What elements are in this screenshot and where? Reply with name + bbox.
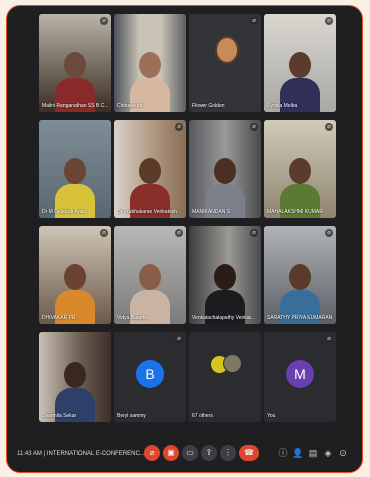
chat-icon[interactable]: ▤ — [307, 447, 319, 459]
meeting-separator: | — [43, 451, 46, 457]
participant-tile[interactable]: ⌀ Flower Golden — [189, 14, 261, 112]
participant-name: Malini Ranganathan SS B.C... — [42, 103, 108, 109]
mic-off-icon: ⌀ — [100, 229, 108, 237]
activities-icon[interactable]: ◈ — [322, 447, 334, 459]
participant-tile[interactable]: ⌀ Venkatachalapathy Venkat... — [189, 226, 261, 324]
others-tile[interactable]: 67 others — [189, 332, 261, 422]
participant-name: Sharmila Sekar — [42, 413, 77, 419]
participant-tile[interactable]: ⌀ Syndia Melba — [264, 14, 336, 112]
participant-tile[interactable]: Dr M Deborah Anbu — [39, 120, 111, 218]
more-options-icon[interactable]: ⋮ — [220, 445, 236, 461]
meeting-title: INTERNATIONAL E-CONFERENC... — [46, 451, 145, 457]
participant-name: Vidya Barathi — [117, 315, 147, 321]
mic-off-icon: ⌀ — [325, 123, 333, 131]
present-screen-icon[interactable]: ⇪ — [201, 445, 217, 461]
participant-tile[interactable]: Chitralekha — [114, 14, 186, 112]
participant-name: Flower Golden — [192, 103, 225, 109]
mic-off-icon: ⌀ — [325, 229, 333, 237]
mic-off-icon[interactable]: ⌀ — [144, 445, 160, 461]
participant-tile[interactable]: ⌀ SARATHY PRIYA KUMARAN — [264, 226, 336, 324]
participant-tile[interactable]: ⌀ Malini Ranganathan SS B.C... — [39, 14, 111, 112]
mic-off-icon: ⌀ — [325, 335, 333, 343]
host-controls-icon[interactable]: ⊙ — [337, 447, 349, 459]
participant-tile[interactable]: Sharmila Sekar — [39, 332, 111, 422]
participant-name: 67 others — [192, 413, 213, 419]
mic-off-icon: ⌀ — [325, 17, 333, 25]
info-icon[interactable]: ⓘ — [277, 447, 289, 459]
avatar: M — [286, 360, 314, 388]
participant-photo — [215, 36, 239, 64]
mic-off-icon: ⌀ — [250, 17, 258, 25]
meeting-toolbar: 11:43 AM | INTERNATIONAL E-CONFERENC... … — [7, 442, 362, 472]
participant-name: DHIVAKAR PR — [42, 315, 76, 321]
participant-name: Beryl sammy — [117, 413, 146, 419]
end-call-icon[interactable]: ☎ — [239, 445, 259, 461]
mic-off-icon: ⌀ — [100, 17, 108, 25]
participant-name: Dr M Deborah Anbu — [42, 209, 87, 215]
participant-tile[interactable]: ⌀ MAHALAKSHMI KUMAR — [264, 120, 336, 218]
meeting-time: 11:43 AM — [17, 451, 42, 457]
mic-off-icon: ⌀ — [175, 229, 183, 237]
participant-name: SARATHY PRIYA KUMARAN — [267, 315, 333, 321]
avatar: B — [136, 360, 164, 388]
participant-tile[interactable]: ⌀ MANIKANDAN S — [189, 120, 261, 218]
participant-name: You — [267, 413, 276, 419]
participant-name: Chitralekha — [117, 103, 143, 109]
mic-off-icon: ⌀ — [250, 229, 258, 237]
people-icon[interactable]: 👤 — [292, 447, 304, 459]
camera-off-icon[interactable]: ▣ — [163, 445, 179, 461]
captions-icon[interactable]: ▭ — [182, 445, 198, 461]
participant-tile[interactable]: ⌀ Vidya Barathi — [114, 226, 186, 324]
self-tile[interactable]: M ⌀ You — [264, 332, 336, 422]
others-avatars — [211, 354, 242, 384]
participant-name: Dr Prabhakaran Venkatesh — [117, 209, 178, 215]
mic-off-icon: ⌀ — [175, 335, 183, 343]
participant-name: MAHALAKSHMI KUMAR — [267, 209, 323, 215]
meeting-window: ⌀ Malini Ranganathan SS B.C... Chitralek… — [6, 5, 363, 473]
mic-off-icon: ⌀ — [250, 123, 258, 131]
participant-tile[interactable]: ⌀ DHIVAKAR PR — [39, 226, 111, 324]
participant-name: Venkatachalapathy Venkat... — [192, 315, 256, 321]
mic-off-icon: ⌀ — [175, 123, 183, 131]
participant-name: Syndia Melba — [267, 103, 298, 109]
participant-tile[interactable]: B ⌀ Beryl sammy — [114, 332, 186, 422]
participant-tile[interactable]: ⌀ Dr Prabhakaran Venkatesh — [114, 120, 186, 218]
participant-grid: ⌀ Malini Ranganathan SS B.C... Chitralek… — [39, 14, 336, 422]
participant-name: MANIKANDAN S — [192, 209, 231, 215]
meeting-details: 11:43 AM | INTERNATIONAL E-CONFERENC... — [17, 451, 145, 457]
